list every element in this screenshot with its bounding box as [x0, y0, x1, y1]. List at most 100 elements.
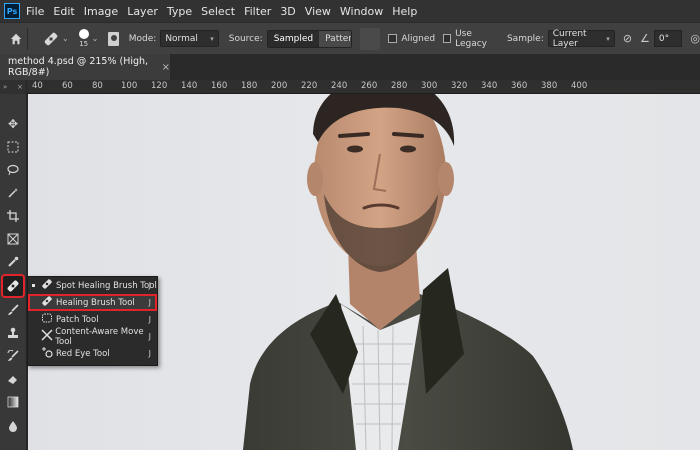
aligned-label: Aligned — [401, 33, 436, 44]
chevron-down-icon[interactable]: ⌄ — [92, 34, 99, 43]
lasso-tool-icon[interactable] — [3, 160, 23, 180]
collapse-icon[interactable]: » — [3, 83, 7, 91]
flyout-item-healing-brush[interactable]: Healing Brush Tool J — [28, 294, 157, 311]
options-bar: ⌄ 15 ⌄ Mode: Normal ▾ Source: Sampled Pa… — [0, 22, 700, 54]
flyout-item-patch[interactable]: Patch Tool J — [28, 311, 157, 328]
flyout-item-spot-healing-brush[interactable]: Spot Healing Brush Tool J — [28, 277, 157, 294]
ruler-mark: 140 — [181, 81, 198, 91]
ruler-mark: 300 — [421, 81, 438, 91]
ruler-mark: 60 — [62, 81, 73, 91]
clone-stamp-tool-icon[interactable] — [3, 323, 23, 343]
menu-3d[interactable]: 3D — [280, 5, 295, 18]
menu-bar: Ps File Edit Image Layer Type Select Fil… — [0, 0, 700, 22]
ruler-mark: 40 — [32, 81, 43, 91]
chevron-down-icon: ⌄ — [61, 34, 69, 43]
flyout-item-label: Spot Healing Brush Tool — [56, 280, 157, 291]
sample-select[interactable]: Current Layer ▾ — [547, 29, 615, 49]
frame-tool-icon[interactable] — [3, 229, 23, 249]
patch-icon — [40, 312, 54, 327]
portrait-photo — [243, 94, 573, 450]
eyedropper-tool-icon[interactable] — [3, 252, 23, 272]
history-brush-tool-icon[interactable] — [3, 346, 23, 366]
ruler-mark: 280 — [391, 81, 408, 91]
shortcut-key: J — [148, 315, 151, 324]
tools-panel-header: » × — [0, 80, 26, 94]
ruler-mark: 220 — [301, 81, 318, 91]
ruler-mark: 120 — [151, 81, 168, 91]
pressure-size-icon[interactable]: ◎ — [690, 32, 700, 45]
divider — [27, 27, 28, 50]
ignore-adjustment-layers-icon[interactable]: ⊘ — [623, 32, 632, 45]
source-toggle: Sampled Pattern — [266, 29, 352, 48]
shortcut-key: J — [148, 298, 151, 307]
gradient-tool-icon[interactable] — [3, 392, 23, 412]
mode-label: Mode: — [128, 33, 157, 44]
current-tool-indicator — [32, 284, 35, 287]
menu-edit[interactable]: Edit — [53, 5, 74, 18]
angle-icon: ∠ — [640, 32, 650, 45]
brush-dot-icon — [78, 29, 89, 39]
source-pattern-button[interactable]: Pattern — [319, 30, 351, 47]
ruler-mark: 320 — [451, 81, 468, 91]
menu-select[interactable]: Select — [201, 5, 235, 18]
brush-size-picker[interactable]: 15 — [78, 29, 89, 48]
flyout-item-red-eye[interactable]: Red Eye Tool J — [28, 345, 157, 362]
menu-image[interactable]: Image — [84, 5, 118, 18]
close-icon[interactable]: × — [17, 83, 23, 91]
menu-view[interactable]: View — [305, 5, 331, 18]
menu-filter[interactable]: Filter — [244, 5, 271, 18]
chevron-down-icon: ▾ — [210, 34, 214, 43]
menu-layer[interactable]: Layer — [127, 5, 158, 18]
marquee-tool-icon[interactable] — [3, 137, 23, 157]
close-icon[interactable]: × — [162, 62, 170, 73]
document-canvas[interactable] — [28, 94, 700, 450]
chevron-down-icon: ▾ — [606, 34, 610, 43]
healing-brush-tool-icon[interactable] — [1, 274, 25, 298]
menu-file[interactable]: File — [26, 5, 44, 18]
ruler-mark: 380 — [541, 81, 558, 91]
use-legacy-checkbox[interactable]: Use Legacy — [443, 29, 499, 49]
healing-tools-flyout: Spot Healing Brush Tool J Healing Brush … — [27, 276, 158, 366]
tool-preset-picker[interactable]: ⌄ — [43, 31, 69, 47]
menu-help[interactable]: Help — [392, 5, 417, 18]
crop-tool-icon[interactable] — [3, 206, 23, 226]
eraser-tool-icon[interactable] — [3, 369, 23, 389]
use-legacy-label: Use Legacy — [455, 28, 487, 49]
flyout-item-label: Content-Aware Move Tool — [55, 326, 144, 347]
menu-type[interactable]: Type — [167, 5, 192, 18]
content-aware-move-icon — [40, 329, 53, 344]
magic-wand-tool-icon[interactable] — [3, 183, 23, 203]
ruler-mark: 240 — [331, 81, 348, 91]
ruler-mark: 160 — [211, 81, 228, 91]
flyout-item-label: Patch Tool — [56, 314, 99, 325]
mode-select[interactable]: Normal ▾ — [160, 30, 219, 47]
red-eye-icon — [40, 346, 54, 361]
move-tool-icon[interactable]: ✥ — [3, 114, 23, 134]
ruler-mark: 400 — [571, 81, 588, 91]
ruler-mark: 260 — [361, 81, 378, 91]
document-tab-bar: method 4.psd @ 215% (High, RGB/8#) × — [0, 54, 700, 80]
source-sampled-button[interactable]: Sampled — [267, 30, 320, 47]
blur-tool-icon[interactable] — [3, 416, 23, 436]
mode-value: Normal — [165, 33, 198, 44]
menu-window[interactable]: Window — [340, 5, 383, 18]
clone-source-panel-icon[interactable] — [108, 31, 119, 46]
spot-healing-brush-icon — [40, 278, 54, 293]
document-tab[interactable]: method 4.psd @ 215% (High, RGB/8#) × — [0, 54, 170, 80]
document-tab-title: method 4.psd @ 215% (High, RGB/8#) — [8, 56, 149, 78]
angle-input[interactable]: 0° — [653, 30, 683, 47]
tools-panel: » × ✥ — [0, 80, 27, 450]
healing-brush-icon — [40, 295, 54, 310]
pattern-picker[interactable] — [359, 27, 381, 50]
ruler-mark: 340 — [481, 81, 498, 91]
aligned-checkbox[interactable]: Aligned — [388, 34, 435, 44]
brush-tool-icon[interactable] — [3, 300, 23, 320]
ruler-mark: 360 — [511, 81, 528, 91]
flyout-item-content-aware-move[interactable]: Content-Aware Move Tool J — [28, 326, 157, 347]
photoshop-logo: Ps — [4, 3, 20, 19]
ruler-mark: 180 — [241, 81, 258, 91]
checkbox-box — [388, 34, 398, 43]
horizontal-ruler: 40 60 80 100 120 140 160 180 200 220 240… — [27, 80, 700, 94]
shortcut-key: J — [148, 349, 151, 358]
home-icon[interactable] — [10, 32, 22, 46]
